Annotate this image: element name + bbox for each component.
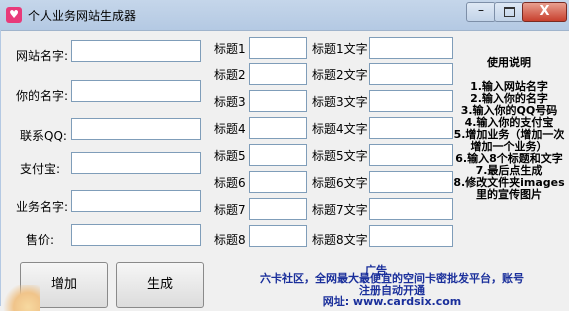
- ad-link[interactable]: 网址: www.cardsix.com: [212, 296, 569, 308]
- title-text-label: 标题2文字: [312, 68, 368, 82]
- title-8-input[interactable]: [250, 226, 306, 246]
- site-name-input[interactable]: [72, 41, 200, 61]
- title-5-input[interactable]: [250, 145, 306, 165]
- title-2-text-field[interactable]: [369, 63, 453, 85]
- window-title: 个人业务网站生成器: [28, 9, 137, 23]
- qq-label: 联系QQ:: [20, 129, 67, 143]
- price-input[interactable]: [72, 225, 200, 245]
- title-3-input[interactable]: [250, 91, 306, 111]
- your-name-label: 你的名字:: [16, 89, 69, 103]
- generate-button[interactable]: 生成: [116, 262, 204, 308]
- help-panel: 使用说明 1.输入网站名字 2.输入你的名字 3.输入你的QQ号码 4.输入你的…: [452, 45, 566, 213]
- title-text-label: 标题5文字: [312, 149, 368, 163]
- business-name-input[interactable]: [72, 191, 200, 211]
- qq-input[interactable]: [72, 119, 200, 139]
- qq-field[interactable]: [71, 118, 201, 140]
- your-name-field[interactable]: [71, 80, 201, 102]
- site-name-field[interactable]: [71, 40, 201, 62]
- price-label: 售价:: [26, 233, 55, 247]
- help-body: 1.输入网站名字 2.输入你的名字 3.输入你的QQ号码 4.输入你的支付宝 5…: [453, 80, 565, 201]
- title-2-field[interactable]: [249, 63, 307, 85]
- title-label: 标题6: [214, 176, 246, 190]
- maximize-icon: [504, 7, 515, 17]
- title-4-input[interactable]: [250, 118, 306, 138]
- title-text-label: 标题8文字: [312, 233, 368, 247]
- title-4-text-input[interactable]: [370, 118, 452, 138]
- title-6-field[interactable]: [249, 171, 307, 193]
- alipay-input[interactable]: [72, 153, 200, 173]
- title-text-label: 标题3文字: [312, 95, 368, 109]
- help-title: 使用说明: [487, 56, 531, 69]
- title-3-text-input[interactable]: [370, 91, 452, 111]
- title-2-text-input[interactable]: [370, 64, 452, 84]
- title-5-text-field[interactable]: [369, 144, 453, 166]
- title-5-field[interactable]: [249, 144, 307, 166]
- title-1-text-input[interactable]: [370, 38, 452, 58]
- title-7-text-field[interactable]: [369, 198, 453, 220]
- title-8-text-field[interactable]: [369, 225, 453, 247]
- your-name-input[interactable]: [72, 81, 200, 101]
- title-7-text-input[interactable]: [370, 199, 452, 219]
- title-label: 标题1: [214, 42, 246, 56]
- title-6-text-input[interactable]: [370, 172, 452, 192]
- alipay-label: 支付宝:: [20, 162, 61, 176]
- site-name-label: 网站名字:: [16, 49, 69, 63]
- title-1-input[interactable]: [250, 38, 306, 58]
- app-icon: ♥: [6, 7, 22, 23]
- title-3-field[interactable]: [249, 90, 307, 112]
- title-label: 标题2: [214, 68, 246, 82]
- title-7-input[interactable]: [250, 199, 306, 219]
- title-text-label: 标题6文字: [312, 176, 368, 190]
- title-text-label: 标题7文字: [312, 203, 368, 217]
- title-label: 标题7: [214, 203, 246, 217]
- business-name-field[interactable]: [71, 190, 201, 212]
- title-8-field[interactable]: [249, 225, 307, 247]
- title-7-field[interactable]: [249, 198, 307, 220]
- title-8-text-input[interactable]: [370, 226, 452, 246]
- title-4-field[interactable]: [249, 117, 307, 139]
- title-5-text-input[interactable]: [370, 145, 452, 165]
- title-label: 标题5: [214, 149, 246, 163]
- title-1-text-field[interactable]: [369, 37, 453, 59]
- title-label: 标题8: [214, 233, 246, 247]
- close-button[interactable]: X: [522, 2, 567, 22]
- title-6-text-field[interactable]: [369, 171, 453, 193]
- business-name-label: 业务名字:: [16, 200, 69, 214]
- alipay-field[interactable]: [71, 152, 201, 174]
- title-label: 标题3: [214, 95, 246, 109]
- maximize-button[interactable]: [494, 2, 524, 22]
- title-2-input[interactable]: [250, 64, 306, 84]
- title-4-text-field[interactable]: [369, 117, 453, 139]
- minimize-button[interactable]: –: [466, 2, 496, 22]
- title-bar[interactable]: ♥ 个人业务网站生成器 – X: [0, 0, 569, 31]
- title-6-input[interactable]: [250, 172, 306, 192]
- title-label: 标题4: [214, 122, 246, 136]
- title-3-text-field[interactable]: [369, 90, 453, 112]
- logo-icon: [0, 285, 40, 311]
- title-text-label: 标题4文字: [312, 122, 368, 136]
- title-1-field[interactable]: [249, 37, 307, 59]
- title-text-label: 标题1文字: [312, 42, 368, 56]
- price-field[interactable]: [71, 224, 201, 246]
